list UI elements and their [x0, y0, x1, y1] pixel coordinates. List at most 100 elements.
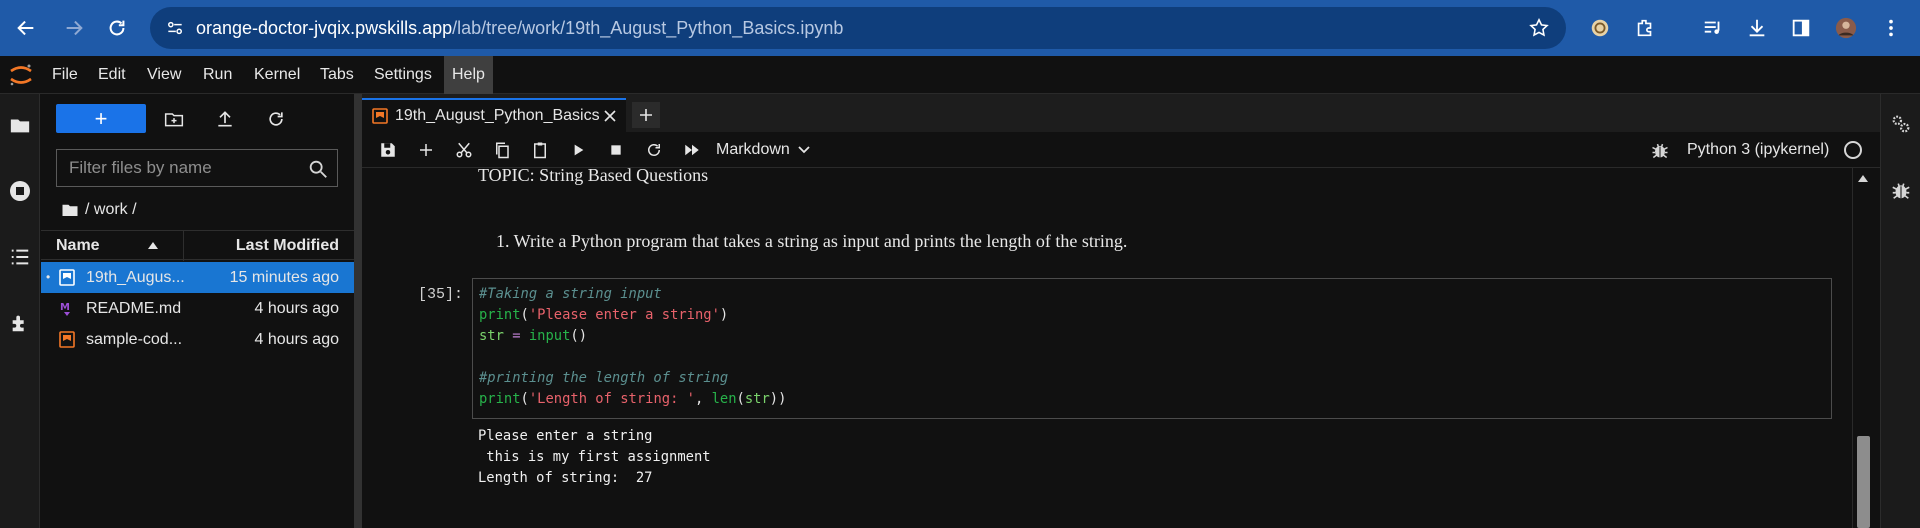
- file-modified: 15 minutes ago: [229, 269, 339, 286]
- code-line: str = input(): [479, 328, 588, 344]
- address-bar[interactable]: orange-doctor-jvqix.pwskills.app/lab/tre…: [150, 7, 1566, 49]
- notebook-toolbar: Markdown Python 3 (ipykernel): [362, 132, 1880, 168]
- save-icon[interactable]: [376, 139, 400, 161]
- menu-kernel[interactable]: Kernel: [246, 56, 308, 94]
- chevron-down-icon: [798, 146, 810, 154]
- table-of-contents-icon[interactable]: [7, 244, 33, 270]
- menu-view[interactable]: View: [139, 56, 189, 94]
- code-line: #printing the length of string: [479, 370, 728, 386]
- cell-type-dropdown[interactable]: Markdown: [716, 132, 810, 168]
- restart-kernel-icon[interactable]: [642, 139, 666, 161]
- code-function: print: [479, 391, 521, 407]
- file-list-header: Name Last Modified: [41, 230, 354, 261]
- tab-title: 19th_August_Python_Basics.i: [395, 107, 599, 124]
- folder-icon[interactable]: [61, 201, 79, 219]
- debugger-bug-icon[interactable]: [1889, 178, 1913, 202]
- extension-manager-icon[interactable]: [7, 310, 33, 336]
- menu-tabs[interactable]: Tabs: [312, 56, 362, 94]
- column-divider[interactable]: [183, 231, 184, 261]
- side-panel-icon[interactable]: [1783, 10, 1819, 46]
- menu-run[interactable]: Run: [195, 56, 240, 94]
- debugger-bug-icon[interactable]: [1650, 140, 1670, 160]
- file-name: README.md: [86, 300, 182, 317]
- media-queue-icon[interactable]: [1695, 10, 1731, 46]
- plus-icon: +: [94, 105, 108, 131]
- notebook-scrollbar[interactable]: [1852, 168, 1872, 528]
- cut-icon[interactable]: [452, 139, 476, 161]
- paste-icon[interactable]: [528, 139, 552, 161]
- url-host: orange-doctor-jvqix.pwskills.app: [196, 18, 453, 38]
- name-column-header[interactable]: Name: [56, 231, 100, 261]
- file-name: sample-cod...: [86, 331, 183, 348]
- scroll-up-arrow-icon[interactable]: [1858, 174, 1868, 182]
- new-folder-icon[interactable]: [161, 106, 187, 132]
- panel-splitter[interactable]: [354, 94, 362, 528]
- code-variable: str: [479, 328, 504, 344]
- markdown-file-icon: M: [60, 302, 70, 316]
- code-line: print('Length of string: ', len(str)): [479, 391, 787, 407]
- property-inspector-gears-icon[interactable]: [1889, 112, 1913, 136]
- running-kernels-icon[interactable]: [7, 178, 33, 204]
- running-indicator: •: [46, 270, 51, 284]
- refresh-icon[interactable]: [263, 106, 289, 132]
- reload-icon: [109, 20, 125, 36]
- kernel-status-idle-icon: [1844, 141, 1862, 159]
- arrow-left-icon: [17, 20, 34, 36]
- sort-ascending-icon: [148, 242, 158, 249]
- back-button[interactable]: [8, 10, 44, 46]
- menu-settings[interactable]: Settings: [366, 56, 440, 94]
- left-sidebar-rail: [0, 94, 40, 528]
- restart-run-all-icon[interactable]: [680, 139, 704, 161]
- file-row[interactable]: sample-cod... 4 hours ago: [41, 324, 354, 355]
- code-line: #Taking a string input: [479, 286, 662, 302]
- breadcrumb-path[interactable]: / work /: [85, 201, 137, 219]
- file-modified: 4 hours ago: [254, 300, 339, 317]
- upload-icon[interactable]: [212, 106, 238, 132]
- markdown-question: 1. Write a Python program that takes a s…: [496, 231, 1128, 251]
- copy-icon[interactable]: [490, 139, 514, 161]
- modified-column-header[interactable]: Last Modified: [236, 231, 339, 261]
- cell-type-value: Markdown: [716, 141, 790, 158]
- extensions-puzzle-icon[interactable]: [1627, 10, 1663, 46]
- new-tab-button[interactable]: [632, 102, 660, 128]
- browser-toolbar: orange-doctor-jvqix.pwskills.app/lab/tre…: [0, 0, 1920, 56]
- file-name: 19th_Augus...: [86, 269, 185, 286]
- file-browser-folder-icon[interactable]: [7, 112, 33, 138]
- cell-output-line: this is my first assignment: [478, 449, 711, 465]
- search-icon: [309, 160, 327, 178]
- new-launcher-button[interactable]: +: [56, 104, 146, 133]
- scrollbar-thumb[interactable]: [1857, 436, 1870, 528]
- run-cell-icon[interactable]: [566, 139, 590, 161]
- insert-cell-icon[interactable]: [414, 139, 438, 161]
- tab-notebook[interactable]: 19th_August_Python_Basics.i: [362, 98, 626, 132]
- cell-output-line: Please enter a string: [478, 428, 653, 444]
- close-icon[interactable]: [602, 108, 618, 124]
- menu-edit[interactable]: Edit: [90, 56, 134, 94]
- profile-avatar[interactable]: [1828, 10, 1864, 46]
- cell-execution-count: [35]:: [418, 286, 464, 303]
- download-icon[interactable]: [1739, 10, 1775, 46]
- code-string: 'Please enter a string': [528, 307, 720, 323]
- url-path: /lab/tree/work/19th_August_Python_Basics…: [452, 18, 844, 38]
- bookmark-star-icon[interactable]: [1524, 13, 1554, 43]
- breadcrumb: / work /: [61, 198, 137, 222]
- file-row[interactable]: • 19th_Augus... 15 minutes ago: [41, 262, 354, 293]
- site-info-icon[interactable]: [160, 13, 190, 43]
- interrupt-kernel-icon[interactable]: [604, 139, 628, 161]
- jupyter-menubar: File Edit View Run Kernel Tabs Settings …: [0, 56, 1920, 94]
- code-variable: str: [744, 391, 770, 407]
- chrome-menu-icon[interactable]: [1873, 10, 1909, 46]
- file-row[interactable]: M README.md 4 hours ago: [41, 293, 354, 324]
- code-function: len: [711, 391, 737, 407]
- reload-button[interactable]: [99, 10, 135, 46]
- menu-file[interactable]: File: [44, 56, 86, 94]
- code-function: input: [528, 328, 571, 344]
- code-cell-editor[interactable]: #Taking a string input print('Please ent…: [472, 278, 1832, 419]
- kernel-name[interactable]: Python 3 (ipykernel): [1687, 132, 1829, 168]
- code-operator: =: [512, 328, 521, 344]
- menu-help[interactable]: Help: [444, 56, 493, 94]
- file-filter-input[interactable]: [57, 150, 297, 186]
- jupyter-logo-icon: [10, 64, 32, 86]
- extension-badge-icon[interactable]: [1582, 10, 1618, 46]
- forward-button[interactable]: [56, 10, 92, 46]
